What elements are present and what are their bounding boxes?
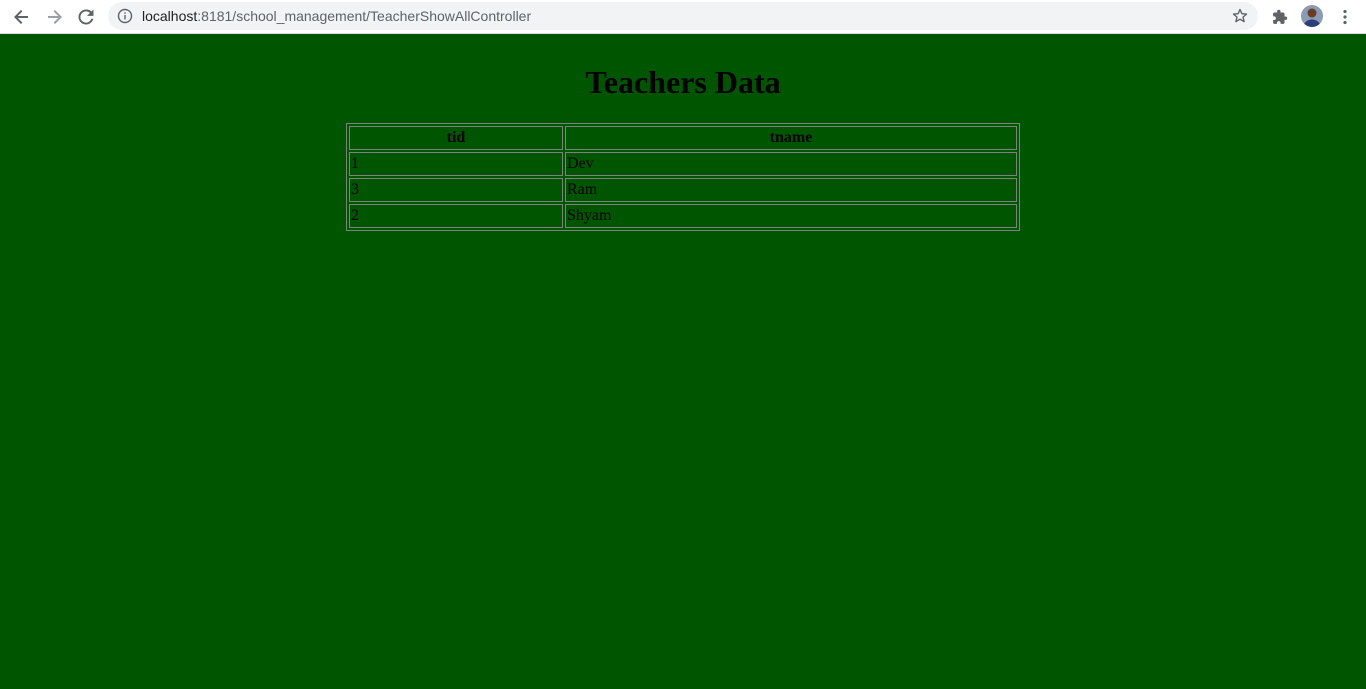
cell-tid: 1 — [349, 152, 563, 176]
arrow-left-icon — [14, 10, 28, 24]
extensions-button[interactable] — [1268, 5, 1292, 29]
arrow-right-icon — [48, 10, 62, 24]
table-row: 3 Ram — [349, 178, 1017, 202]
puzzle-icon — [1273, 9, 1288, 24]
avatar-image — [1301, 5, 1323, 27]
teachers-table: tid tname 1 Dev 3 Ram 2 Shyam — [346, 123, 1020, 231]
address-bar[interactable]: localhost:8181/school_management/Teacher… — [108, 2, 1258, 30]
star-icon — [1232, 8, 1248, 23]
forward-button[interactable] — [42, 5, 66, 29]
cell-tname: Ram — [565, 178, 1017, 202]
column-header-tname: tname — [565, 126, 1017, 150]
browser-menu-button[interactable] — [1333, 5, 1357, 29]
table-row: 1 Dev — [349, 152, 1017, 176]
column-header-tid: tid — [349, 126, 563, 150]
reload-button[interactable] — [74, 5, 98, 29]
url-path: :8181/school_management/TeacherShowAllCo… — [197, 8, 532, 24]
page-title: Teachers Data — [585, 64, 781, 100]
url-host: localhost — [142, 8, 198, 24]
cell-tid: 2 — [349, 204, 563, 228]
cell-tname: Dev — [565, 152, 1017, 176]
cell-tname: Shyam — [565, 204, 1017, 228]
reload-icon — [78, 9, 94, 25]
browser-toolbar: localhost:8181/school_management/Teacher… — [0, 0, 1366, 34]
back-button[interactable] — [10, 5, 34, 29]
profile-avatar[interactable] — [1301, 5, 1323, 27]
table-row: 2 Shyam — [349, 204, 1017, 228]
kebab-menu-icon — [1343, 9, 1347, 25]
url-text[interactable]: localhost:8181/school_management/Teacher… — [142, 2, 531, 30]
table-header-row: tid tname — [349, 126, 1017, 150]
cell-tid: 3 — [349, 178, 563, 202]
info-icon[interactable] — [117, 8, 133, 24]
page-content: Teachers Data tid tname 1 Dev 3 Ram 2 Sh… — [0, 34, 1366, 689]
bookmark-button[interactable] — [1230, 6, 1250, 26]
